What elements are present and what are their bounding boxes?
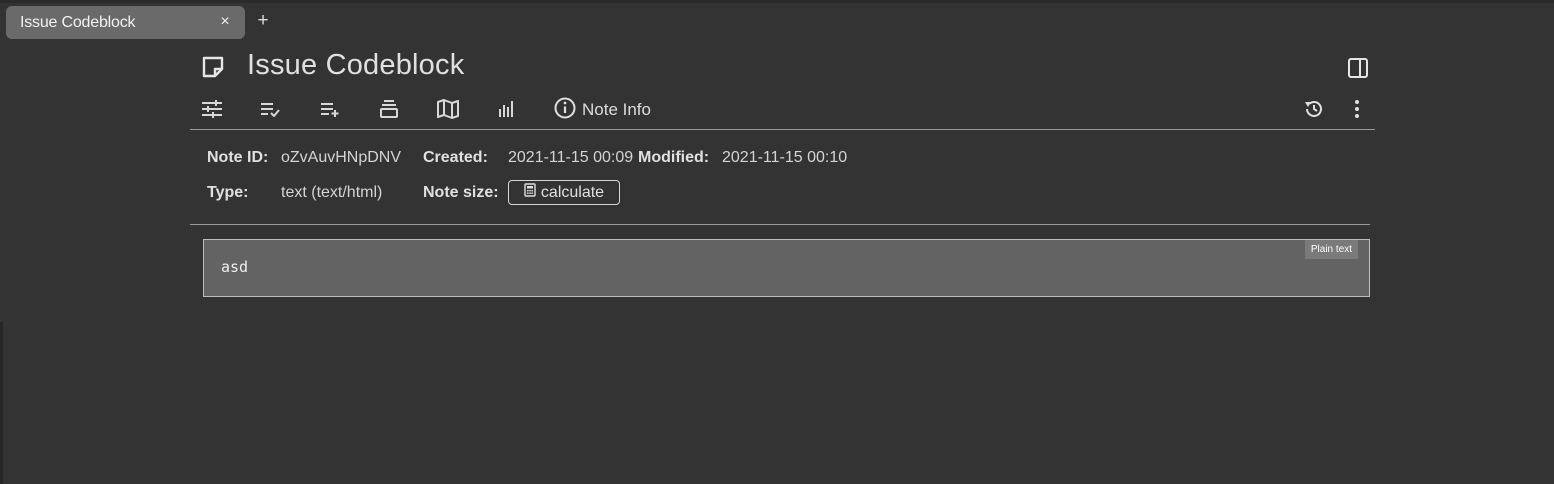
code-content[interactable]: asd [221, 258, 248, 276]
more-vertical-icon[interactable] [1342, 95, 1372, 123]
sliders-icon[interactable] [197, 95, 227, 123]
note-info-panel: Note ID: oZvAuvHNpDNV Created: 2021-11-1… [190, 130, 1370, 225]
tab-note-info-label: Note Info [582, 100, 651, 119]
info-icon [554, 97, 576, 124]
calculate-size-button[interactable]: calculate [508, 180, 620, 205]
code-language-badge: Plain text [1304, 240, 1358, 259]
tab-bar: Issue Codeblock × + [0, 3, 1554, 39]
note-id-label: Note ID: [207, 149, 269, 166]
calculate-label: calculate [540, 183, 605, 201]
note-id-value: oZvAuvHNpDNV [281, 149, 402, 166]
close-icon[interactable]: × [215, 12, 235, 32]
calculator-icon [524, 183, 536, 202]
left-sidebar-edge[interactable] [0, 322, 3, 484]
modified-label: Modified: [638, 149, 710, 166]
history-icon[interactable] [1299, 95, 1329, 123]
note-title[interactable]: Issue Codeblock [247, 49, 464, 82]
created-value: 2021-11-15 00:09 [508, 149, 634, 166]
note-icon[interactable] [200, 54, 226, 80]
tab-note-info[interactable]: Note Info [554, 95, 651, 129]
list-check-icon[interactable] [255, 95, 285, 123]
ribbon-toolbar: Note Info [190, 93, 1375, 130]
type-value: text (text/html) [281, 184, 383, 201]
code-block[interactable]: asd Plain text [203, 239, 1370, 297]
modified-value: 2021-11-15 00:10 [722, 149, 848, 166]
tab-title: Issue Codeblock [20, 13, 136, 31]
note-size-label: Note size: [423, 184, 499, 201]
note-title-row: Issue Codeblock [190, 45, 1375, 90]
toggle-right-pane-icon[interactable] [1347, 57, 1369, 79]
new-tab-button[interactable]: + [253, 11, 273, 33]
list-add-icon[interactable] [315, 95, 345, 123]
stack-icon[interactable] [374, 95, 404, 123]
tab-issue-codeblock[interactable]: Issue Codeblock × [6, 6, 245, 39]
active-tab-indicator [554, 127, 651, 129]
bar-chart-icon[interactable] [492, 95, 522, 123]
created-label: Created: [423, 149, 488, 166]
map-icon[interactable] [433, 95, 463, 123]
type-label: Type: [207, 184, 249, 201]
